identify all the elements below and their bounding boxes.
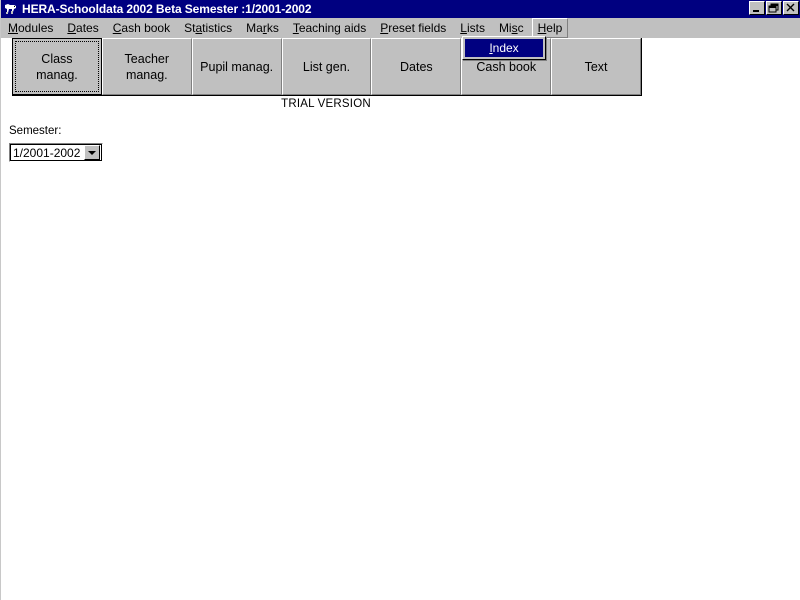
menu-accel: L [460,21,467,35]
menu-label-post: reset fields [388,21,447,35]
button-label: Teacher manag. [125,51,169,83]
button-label: Pupil manag. [200,59,274,74]
semester-combobox[interactable]: 1/2001-2002 [9,143,103,162]
close-button[interactable] [783,1,799,15]
class-manag-button[interactable]: Class manag. [12,38,102,95]
menu-label-post: tistics [202,21,233,35]
restore-button[interactable] [766,1,782,15]
menu-bar: Modules Dates Cash book Statistics Marks… [1,18,800,38]
semester-selected-value: 1/2001-2002 [13,145,81,160]
menu-label-pre: St [184,21,196,35]
button-label-line1: Teacher [124,51,170,66]
menu-item-statistics[interactable]: Statistics [178,18,238,38]
menu-label-post: eaching aids [298,21,367,35]
menu-item-dates[interactable]: Dates [61,18,104,38]
button-label: Class manag. [36,51,78,83]
button-label: Text [584,59,608,74]
chevron-down-glyph [88,150,96,155]
horse-logo-icon [3,1,19,17]
help-dropdown-menu: Index [462,36,546,60]
semester-label: Semester: [9,125,62,137]
menu-label-post: elp [546,21,563,35]
menu-accel: D [67,21,77,35]
toolbar-button-panel: Class manag. Teacher manag. Pupil manag.… [12,38,642,96]
window-controls [749,1,799,15]
menu-label-post: ks [266,21,279,35]
menu-label-post: ates [76,21,99,35]
button-label-line2: manag. [125,67,168,82]
menu-item-cash-book[interactable]: Cash book [107,18,176,38]
menu-item-preset-fields[interactable]: Preset fields [374,18,452,38]
chevron-down-icon[interactable] [84,145,100,160]
application-window: HERA-Schooldata 2002 Beta Semester :1/20… [0,0,800,600]
text-button[interactable]: Text [551,38,642,95]
dates-button[interactable]: Dates [371,38,462,95]
minimize-button[interactable] [749,1,765,15]
list-gen-button[interactable]: List gen. [281,38,372,95]
button-label: List gen. [302,59,351,74]
menu-item-teaching-aids[interactable]: Teaching aids [287,18,372,38]
button-label: Dates [400,59,433,74]
menu-item-help[interactable]: Help [531,18,569,38]
menu-item-misc[interactable]: Misc [493,18,530,38]
menu-label-pre: Ma [246,21,263,35]
help-menu-item-index[interactable]: Index [465,39,543,57]
menu-label-post: ndex [492,41,519,55]
menu-item-modules[interactable]: Modules [2,18,59,38]
menu-label-pre: Mi [498,21,512,35]
menu-item-marks[interactable]: Marks [240,18,285,38]
window-title: HERA-Schooldata 2002 Beta Semester :1/20… [22,2,312,16]
button-label-line2: manag. [36,67,78,82]
pupil-manag-button[interactable]: Pupil manag. [191,38,282,95]
button-label-line1: Class [41,51,73,66]
title-bar: HERA-Schooldata 2002 Beta Semester :1/20… [1,0,800,18]
menu-label-post: odules [18,21,54,35]
menu-label-post: ash book [121,21,171,35]
menu-item-lists[interactable]: Lists [454,18,491,38]
button-label: Cash book [476,59,537,74]
menu-label-post: ists [466,21,485,35]
trial-version-notice: TRIAL VERSION [281,98,371,110]
teacher-manag-button[interactable]: Teacher manag. [101,38,192,95]
menu-accel: H [537,21,547,35]
client-area [1,96,800,600]
menu-label-post: c [517,21,524,35]
menu-accel: M [8,21,18,35]
